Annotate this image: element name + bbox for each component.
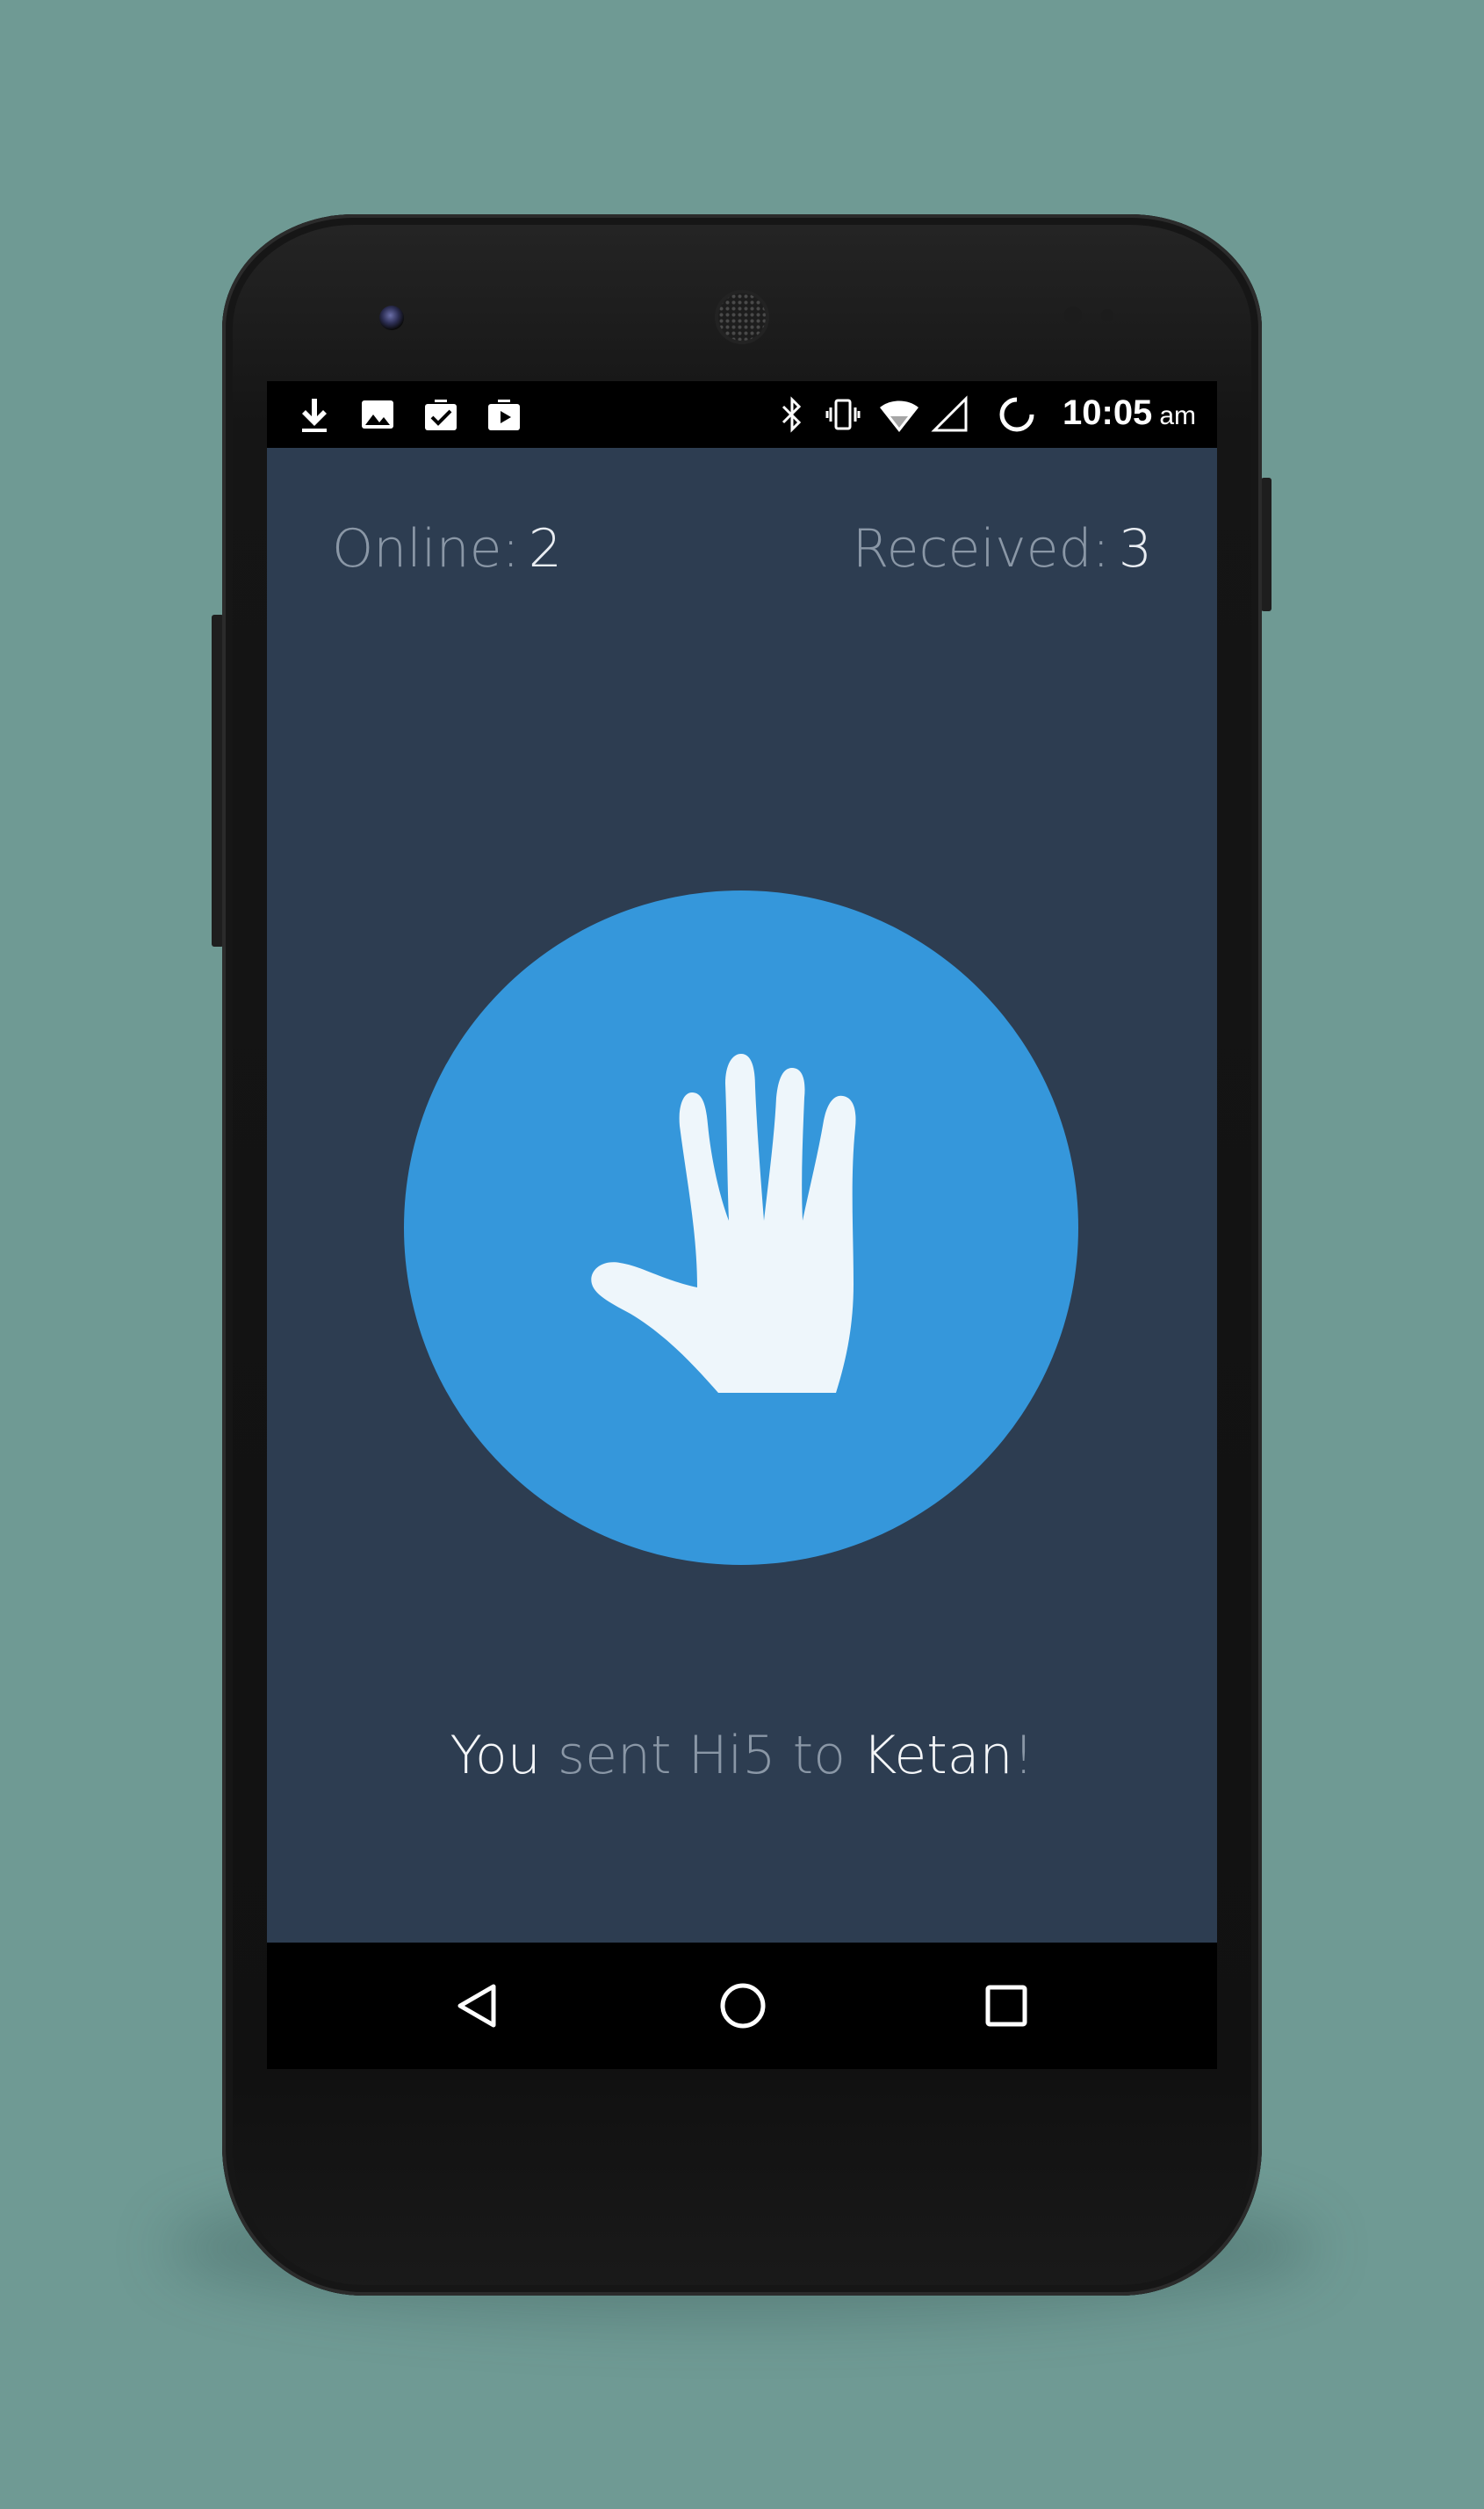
status-clock: 10:05 am (1063, 393, 1196, 433)
briefcase-play-icon (483, 393, 525, 436)
loading-spinner-icon (996, 393, 1038, 436)
app-content: Online: 2 Received: 3 You sent Hi5 to Keta… (267, 448, 1217, 1943)
status-bar: 10:05 am (267, 381, 1217, 448)
clock-time: 10:05 (1063, 393, 1153, 432)
online-label: Online: (332, 518, 520, 580)
home-circle-icon[interactable] (717, 1979, 769, 2032)
back-triangle-icon[interactable] (451, 1979, 504, 2032)
wifi-icon (878, 393, 920, 436)
vibrate-icon (822, 393, 864, 436)
message-exclamation: ! (1012, 1725, 1034, 1786)
image-icon (357, 393, 399, 436)
phone-screen: 10:05 am Online: 2 Received: 3 You sent Hi5… (267, 381, 1217, 2069)
received-label: Received: (852, 518, 1110, 580)
hi5-button[interactable] (404, 890, 1078, 1565)
online-count: Online: 2 (332, 518, 562, 580)
sent-message: You sent Hi5 to Ketan! (267, 1725, 1217, 1786)
received-value: 3 (1118, 518, 1152, 580)
received-count: Received: 3 (853, 518, 1152, 580)
cellular-signal-icon (929, 393, 971, 436)
front-camera (379, 306, 404, 330)
light-sensor (1101, 309, 1113, 321)
clipboard-check-icon (420, 393, 462, 436)
clock-ampm: am (1159, 401, 1196, 430)
power-button (1261, 478, 1271, 611)
online-value: 2 (528, 518, 562, 580)
bluetooth-icon (771, 393, 813, 436)
earpiece-speaker (718, 293, 766, 341)
recents-square-icon[interactable] (980, 1979, 1033, 2032)
message-sent-text: sent Hi5 to (540, 1725, 862, 1786)
proximity-sensor (1064, 306, 1082, 324)
message-recipient: Ketan (861, 1725, 1013, 1786)
download-icon (293, 393, 335, 436)
message-you: You (450, 1725, 541, 1786)
navigation-bar (267, 1943, 1217, 2069)
hand-icon (588, 1049, 887, 1400)
